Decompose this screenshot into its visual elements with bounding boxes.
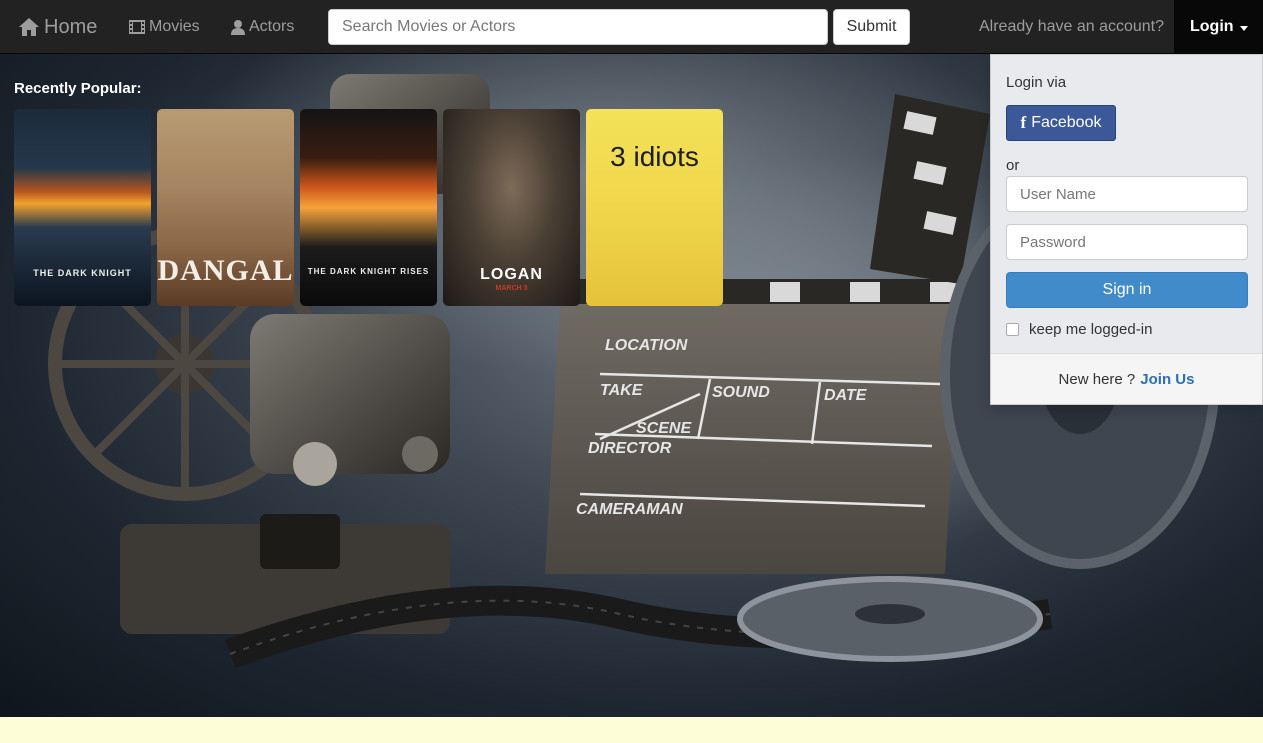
facebook-icon: f [1020, 113, 1027, 132]
search-input[interactable] [328, 9, 828, 45]
nav-actors-label: Actors [249, 18, 295, 35]
keep-logged-in-label: keep me logged-in [1029, 321, 1153, 338]
nav-home-label: Home [44, 15, 98, 38]
facebook-login-button[interactable]: f Facebook [1006, 105, 1116, 141]
sound-label: SOUND [712, 384, 770, 401]
poster-title: THE DARK KNIGHT RISES [307, 267, 430, 276]
home-icon [18, 17, 40, 37]
movie-poster[interactable]: 3 idiots [586, 109, 723, 306]
submit-button[interactable]: Submit [833, 9, 910, 45]
poster-title: 3 idiots [610, 141, 699, 172]
nav-actors-link[interactable]: Actors [231, 0, 294, 54]
recently-popular-heading: Recently Popular: [14, 80, 142, 97]
movie-poster[interactable]: DANGAL [157, 109, 294, 306]
user-icon [231, 19, 245, 35]
nav-movies-label: Movies [149, 18, 200, 35]
take-label: TAKE [600, 382, 644, 399]
poster-title: LOGAN [480, 266, 543, 283]
nav-home-link[interactable]: Home [18, 0, 97, 54]
poster-title: THE DARK KNIGHT [33, 268, 132, 278]
floor-film-reel [737, 576, 1043, 662]
password-field[interactable] [1006, 224, 1248, 260]
sign-in-button[interactable]: Sign in [1006, 272, 1248, 308]
login-form: Login via f Facebook or Sign in keep me … [991, 55, 1262, 353]
scene-label: SCENE [636, 420, 692, 437]
date-label: DATE [824, 387, 868, 404]
keep-logged-in-checkbox[interactable] [1006, 323, 1019, 336]
movie-poster[interactable]: THE DARK KNIGHT RISES [300, 109, 437, 306]
join-us-link[interactable]: Join Us [1140, 371, 1194, 388]
new-here-text: New here ? [1058, 370, 1136, 388]
facebook-label: Facebook [1031, 114, 1102, 131]
login-dropdown-panel: Login via f Facebook or Sign in keep me … [990, 54, 1263, 405]
or-separator: or [1006, 157, 1020, 174]
login-label: Login [1190, 18, 1234, 35]
account-prompt: Already have an account? [979, 18, 1165, 35]
film-icon [129, 20, 145, 34]
caret-down-icon [1239, 25, 1248, 31]
login-footer: New here ? Join Us [991, 353, 1262, 404]
poster-subtitle: MARCH 3 [495, 285, 528, 292]
nav-movies-link[interactable]: Movies [129, 0, 200, 54]
location-label: LOCATION [605, 337, 688, 354]
movie-poster[interactable]: LOGAN MARCH 3 [443, 109, 580, 306]
poster-title: DANGAL [157, 254, 294, 287]
login-dropdown-toggle[interactable]: Login [1174, 0, 1263, 54]
director-label: DIRECTOR [588, 440, 672, 457]
username-field[interactable] [1006, 176, 1248, 212]
movie-poster[interactable]: THE DARK KNIGHT [14, 109, 151, 306]
poster-list: THE DARK KNIGHT DANGAL THE DARK KNIGHT R… [14, 109, 723, 306]
top-navbar: Home Movies Actors Submit Already have a… [0, 0, 1263, 54]
page-footer [0, 717, 1263, 743]
keep-logged-in-option: keep me logged-in [1006, 321, 1152, 338]
login-via-label: Login via [1006, 74, 1067, 91]
cameraman-label: CAMERAMAN [576, 501, 683, 518]
